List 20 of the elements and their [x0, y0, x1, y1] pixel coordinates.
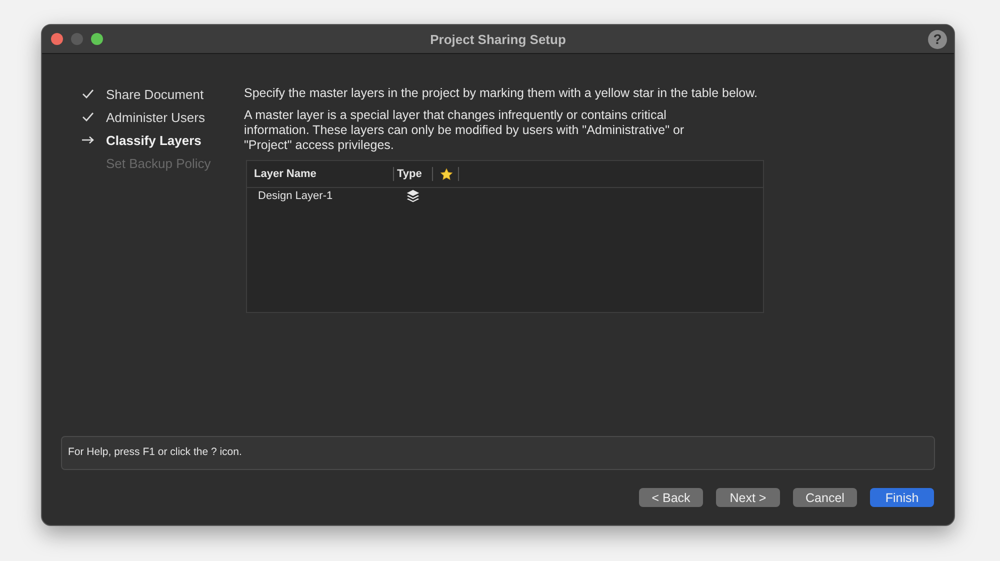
close-button[interactable] — [51, 33, 63, 45]
table-cell-text: Design Layer-1 — [257, 190, 334, 202]
step-label: Classify Layers — [106, 132, 202, 148]
layers-icon — [406, 189, 420, 203]
step-label: Administer Users — [106, 110, 205, 124]
window-title: Project Sharing Setup — [430, 32, 566, 46]
instruction-text: Specify the master layers in the project by marking them with a yellow star in the table below. — [244, 86, 758, 101]
star-icon — [440, 168, 453, 180]
zoom-button[interactable] — [91, 33, 103, 45]
column-header[interactable]: Type — [394, 167, 433, 181]
help-text: For Help, press F1 or click the ? icon. — [68, 446, 242, 458]
dialog-button[interactable]: Finish — [870, 488, 934, 507]
dialog-button[interactable]: Cancel — [793, 488, 857, 507]
step-label: Set Backup Policy — [106, 156, 211, 170]
dialog-button[interactable]: < Back — [639, 488, 703, 507]
instruction-text: A master layer is a special layer that changes infrequently or contains critical information. These layers can only be modified by users with "Administrative" or "Project" access privileges. — [244, 108, 686, 153]
column-header[interactable]: Layer Name — [247, 167, 394, 181]
dialog-button[interactable]: Next > — [716, 488, 780, 507]
help-button[interactable]: ? — [928, 30, 947, 48]
step-label: Share Document — [106, 86, 204, 102]
